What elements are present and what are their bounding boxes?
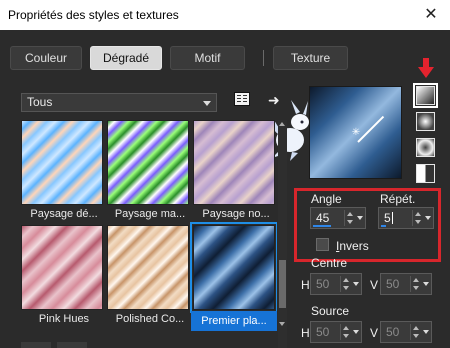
close-icon[interactable]: ✕ (420, 4, 442, 26)
rectangular-gradient-icon[interactable] (416, 112, 435, 131)
chevron-down-icon[interactable] (353, 330, 359, 334)
source-h-value: 50 (316, 325, 330, 339)
annotation-arrow-icon (418, 58, 434, 80)
source-v-stepper-icon[interactable] (410, 324, 419, 340)
radial-gradient-icon[interactable] (416, 138, 435, 157)
tab-texture[interactable]: Texture (273, 46, 348, 70)
center-v-label: V (370, 278, 379, 292)
center-h-value: 50 (316, 277, 330, 291)
gradient-caption: Polished Co... (115, 313, 185, 325)
angle-slider-bar (313, 225, 331, 227)
tab-motif[interactable]: Motif (170, 46, 245, 70)
center-v-stepper-icon[interactable] (410, 276, 419, 292)
source-v-spinbox[interactable]: 50 (380, 321, 432, 343)
repeat-slider-bar (381, 225, 386, 227)
sunburst-gradient-icon[interactable] (416, 164, 435, 183)
gradient-thumbnail (21, 225, 103, 310)
gradient-caption: Paysage dé... (30, 208, 98, 220)
gradient-thumbnail (193, 120, 275, 205)
angle-label: Angle (311, 192, 342, 206)
scrollbar-thumb[interactable] (279, 260, 286, 308)
center-v-value: 50 (386, 277, 400, 291)
scroll-down-icon[interactable] (278, 319, 287, 328)
chevron-down-icon[interactable] (353, 282, 359, 286)
repeat-stepper-icon[interactable] (412, 210, 421, 226)
window-title: Propriétés des styles et textures (8, 8, 179, 22)
gradient-preview[interactable]: ✳ (309, 86, 402, 179)
title-bar: Propriétés des styles et textures ✕ (0, 0, 450, 30)
center-marker-icon[interactable]: ✳ (351, 128, 361, 138)
tab-couleur[interactable]: Couleur (10, 46, 82, 70)
repeat-label: Répét. (380, 192, 416, 206)
angle-spinbox[interactable]: 45 (310, 207, 366, 229)
repeat-value: 5 (384, 211, 391, 225)
center-h-stepper-icon[interactable] (340, 276, 349, 292)
source-h-spinbox[interactable]: 50 (310, 321, 362, 343)
repeat-spinbox[interactable]: 5 (378, 207, 434, 229)
center-label: Centre (311, 256, 348, 270)
source-v-label: V (370, 326, 379, 340)
category-dropdown[interactable]: Tous (21, 93, 217, 112)
tab-degrade[interactable]: Dégradé (90, 46, 162, 70)
gradient-caption: Paysage ma... (114, 208, 186, 220)
category-selected: Tous (27, 95, 53, 109)
gradient-library: Paysage dé... Paysage ma... Paysage no..… (21, 120, 277, 348)
bottom-button-partial[interactable] (57, 342, 87, 348)
invert-label: Invers (336, 239, 369, 253)
gradient-thumbnail (107, 120, 189, 205)
center-h-label: H (301, 278, 310, 292)
source-v-value: 50 (386, 325, 400, 339)
source-h-label: H (301, 326, 310, 340)
invert-checkbox[interactable] (316, 238, 329, 251)
chevron-down-icon[interactable] (423, 330, 429, 334)
gradient-caption: Paysage no... (202, 208, 270, 220)
gradient-caption: Pink Hues (38, 313, 90, 325)
source-label: Source (311, 304, 350, 318)
angle-value: 45 (316, 211, 330, 225)
center-h-spinbox[interactable]: 50 (310, 273, 362, 295)
library-icon[interactable] (234, 92, 250, 106)
scroll-up-icon[interactable] (278, 120, 287, 129)
invert-label-text: nvers (339, 239, 369, 253)
chevron-down-icon[interactable] (357, 216, 363, 220)
gradient-thumbnail (107, 225, 189, 310)
center-v-spinbox[interactable]: 50 (380, 273, 432, 295)
chevron-down-icon[interactable] (425, 216, 431, 220)
gradient-thumbnail (21, 120, 103, 205)
bottom-button-partial[interactable] (21, 342, 51, 348)
chevron-down-icon[interactable] (423, 282, 429, 286)
tab-separator (263, 50, 264, 66)
chevron-down-icon (203, 101, 211, 106)
library-scrollbar[interactable] (278, 120, 287, 348)
source-h-stepper-icon[interactable] (340, 324, 349, 340)
gradient-thumbnail (190, 222, 277, 313)
linear-gradient-icon[interactable] (413, 83, 438, 108)
gradient-caption: Premier pla... (191, 311, 277, 331)
angle-stepper-icon[interactable] (344, 210, 353, 226)
angle-handle[interactable] (357, 115, 385, 143)
